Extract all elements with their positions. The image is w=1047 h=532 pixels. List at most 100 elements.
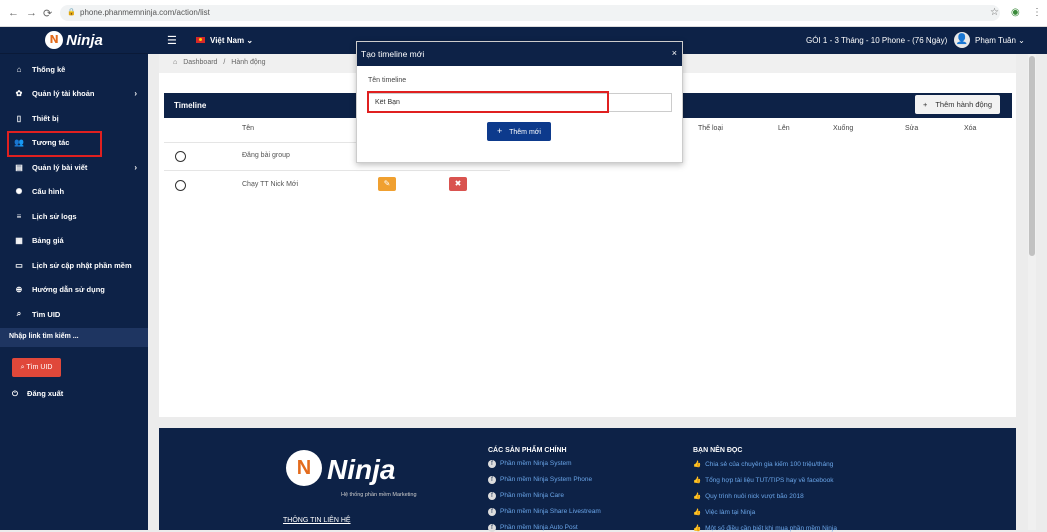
sidebar-item-quan-ly-bai-viet[interactable]: ▤ Quản lý bài viết › — [0, 155, 148, 180]
footer-read-title: BẠN NÊN ĐỌC — [693, 447, 743, 454]
row-divider — [164, 170, 510, 171]
sidebar-item-label: Lịch sử logs — [32, 211, 77, 221]
row-select-radio[interactable] — [175, 151, 186, 162]
back-icon[interactable]: ← — [8, 7, 19, 19]
calendar-icon: ▦ — [15, 236, 23, 246]
home-icon: ⌂ — [16, 64, 22, 74]
chevron-right-icon: › — [134, 89, 137, 99]
facebook-icon: f — [488, 460, 496, 468]
facebook-icon: f — [488, 476, 496, 484]
footer-read-label: Chia sẻ của chuyên gia kiếm 100 triệu/th… — [705, 461, 834, 468]
footer-read-link[interactable]: 👍 Chia sẻ của chuyên gia kiếm 100 triệu/t… — [693, 460, 833, 468]
thumbs-up-icon: 👍 — [693, 493, 702, 500]
chevron-down-icon: ⌄ — [1018, 36, 1025, 45]
sidebar-item-label: Tìm UID — [32, 309, 61, 319]
thumbs-up-icon: 👍 — [693, 525, 702, 532]
footer-product-link[interactable]: f Phần mềm Ninja Care — [488, 492, 564, 500]
add-action-button[interactable]: + Thêm hành động — [915, 95, 1000, 114]
sidebar-item-label: Hướng dẫn sử dụng — [32, 285, 105, 295]
table-row-name: Chạy TT Nick Mới — [242, 181, 299, 188]
home-icon: ⌂ — [173, 59, 178, 66]
forward-icon[interactable]: → — [26, 7, 37, 19]
logout-button[interactable]: ⏻ Đăng xuất — [12, 389, 63, 399]
phone-icon: ▯ — [16, 113, 22, 123]
app-logo[interactable]: N Ninja — [0, 27, 148, 54]
column-header-type: Thể loại — [698, 125, 723, 132]
footer-product-link[interactable]: f Phần mềm Ninja System — [488, 460, 572, 468]
column-header-down: Xuống — [833, 125, 854, 132]
add-new-label: Thêm mới — [509, 129, 541, 136]
language-dropdown[interactable]: Việt Nam ⌄ — [210, 36, 253, 45]
footer-read-link[interactable]: 👍 Việc làm tại Ninja — [693, 508, 755, 516]
chevron-down-icon: ⌄ — [246, 36, 254, 45]
edit-button[interactable]: ✎ — [378, 177, 396, 191]
globe-icon: ⊕ — [15, 285, 23, 295]
pencil-icon: ✎ — [383, 179, 391, 188]
sidebar-item-thiet-bi[interactable]: ▯ Thiết bị — [0, 106, 148, 131]
thumbs-up-icon: 👍 — [693, 461, 702, 468]
footer-contact-link[interactable]: THÔNG TIN LIÊN HỆ — [283, 517, 351, 524]
sidebar-item-bang-gia[interactable]: ▦ Bảng giá — [0, 229, 148, 254]
sidebar-item-quan-ly-tai-khoan[interactable]: ✿ Quản lý tài khoản › — [0, 82, 148, 107]
footer-read-link[interactable]: 👍 Tổng hợp tài liệu TUT/TIPS hay về faceb… — [693, 476, 834, 484]
thumbs-up-icon: 👍 — [693, 509, 702, 516]
row-select-radio[interactable] — [175, 180, 186, 191]
footer-read-link[interactable]: 👍 Một số điều cần biết khi mua phần mềm N… — [693, 524, 837, 532]
avatar[interactable]: 👤 — [954, 32, 970, 48]
browser-toolbar: ← → ⟳ 🔒 phone.phanmemninja.com/action/li… — [0, 0, 1047, 27]
sidebar-item-thong-ke[interactable]: ⌂ Thống kê — [0, 57, 148, 82]
reload-icon[interactable]: ⟳ — [43, 7, 52, 20]
sidebar-item-label: Quản lý bài viết — [32, 162, 88, 172]
chevron-right-icon: › — [134, 162, 137, 172]
scrollbar-thumb[interactable] — [1029, 56, 1035, 256]
extension-icon[interactable]: ◉ — [1011, 7, 1020, 18]
sidebar-item-cau-hinh[interactable]: ✺ Cấu hình — [0, 180, 148, 205]
sidebar-menu: ⌂ Thống kê ✿ Quản lý tài khoản › ▯ Thiết… — [0, 54, 148, 327]
facebook-icon: f — [488, 492, 496, 500]
footer-product-link[interactable]: f Phần mềm Ninja Auto Post — [488, 524, 578, 532]
footer-read-link[interactable]: 👍 Quy trình nuôi nick vượt bão 2018 — [693, 492, 804, 500]
browser-menu-icon[interactable]: ⋮ — [1032, 7, 1042, 18]
footer-product-label: Phần mềm Ninja Care — [500, 492, 564, 499]
thumbs-up-icon: 👍 — [693, 477, 702, 484]
column-header-name: Tên — [242, 125, 255, 132]
chat-icon: ▭ — [15, 260, 23, 270]
add-new-button[interactable]: + Thêm mới — [487, 122, 551, 141]
delete-button[interactable]: ✖ — [449, 177, 467, 191]
logo-mark-icon: N — [45, 31, 64, 49]
gear-icon: ✿ — [15, 89, 23, 99]
sidebar-item-tim-uid[interactable]: ⌕ Tìm UID — [0, 302, 148, 327]
address-bar[interactable]: 🔒 phone.phanmemninja.com/action/list — [60, 5, 1000, 21]
footer-product-link[interactable]: f Phần mềm Ninja System Phone — [488, 476, 592, 484]
facebook-icon: f — [488, 508, 496, 516]
plus-icon: + — [922, 100, 928, 109]
breadcrumb-home[interactable]: Dashboard — [183, 59, 217, 66]
sidebar-item-label: Thiết bị — [32, 113, 59, 123]
logout-label: Đăng xuất — [27, 389, 64, 398]
add-action-label: Thêm hành động — [935, 100, 993, 109]
footer-product-link[interactable]: f Phần mềm Ninja Share Livestream — [488, 508, 601, 516]
star-icon[interactable]: ☆ — [990, 7, 999, 18]
find-uid-button[interactable]: ⌕ Tìm UID — [12, 358, 61, 377]
column-header-edit: Sửa — [905, 125, 919, 132]
highlight-box-tuong-tac — [7, 131, 102, 157]
sidebar: N Ninja ⌂ Thống kê ✿ Quản lý tài khoản ›… — [0, 27, 148, 530]
highlight-box-input — [367, 91, 609, 113]
timeline-name-label: Tên timeline — [368, 77, 407, 84]
user-menu[interactable]: Phạm Tuân ⌄ — [975, 36, 1025, 45]
menu-toggle-icon[interactable]: ☰ — [167, 34, 177, 47]
package-info: GÓI 1 - 3 Tháng - 10 Phone - (76 Ngày) — [806, 36, 948, 45]
column-header-delete: Xóa — [964, 125, 977, 132]
sidebar-item-huong-dan[interactable]: ⊕ Hướng dẫn sử dụng — [0, 278, 148, 303]
language-label: Việt Nam — [210, 36, 245, 45]
close-icon[interactable]: × — [672, 48, 677, 58]
footer-tagline: Hệ thống phần mềm Marketing — [341, 492, 417, 498]
modal-title: Tạo timeline mới — [361, 49, 425, 59]
link-search-input[interactable]: Nhập link tìm kiếm ... — [0, 328, 148, 347]
sidebar-item-lich-su-cap-nhat[interactable]: ▭ Lịch sử cập nhật phần mềm — [0, 253, 148, 278]
sidebar-item-lich-su-logs[interactable]: ≡ Lịch sử logs — [0, 204, 148, 229]
search-icon: ⌕ — [20, 364, 25, 371]
footer-read-label: Quy trình nuôi nick vượt bão 2018 — [705, 493, 804, 500]
footer-logo-text: Ninja — [327, 454, 396, 485]
footer-product-label: Phần mềm Ninja System Phone — [500, 476, 593, 483]
